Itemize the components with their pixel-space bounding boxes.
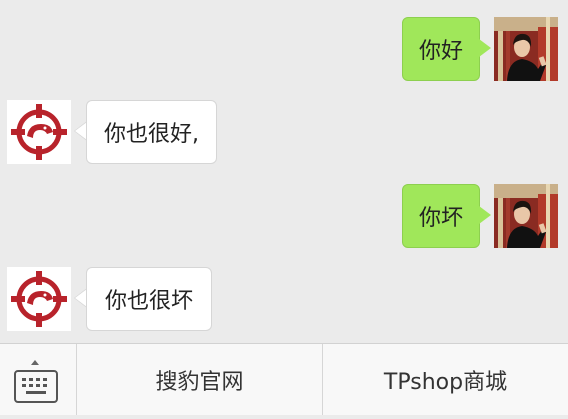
keyboard-toggle-icon <box>14 360 58 403</box>
message-text: 你坏 <box>418 206 463 231</box>
bottom-menu-bar: 搜豹官网 TPshop商城 <box>0 343 568 415</box>
message-row-outgoing: 你坏 <box>0 184 568 248</box>
menu-item-label: TPshop商城 <box>383 369 508 395</box>
message-text: 你也很好, <box>104 122 199 147</box>
bubble-tail <box>479 206 491 224</box>
message-text: 你也很坏 <box>104 289 193 314</box>
message-row-incoming: 你也很坏 <box>0 267 568 331</box>
bubble-tail <box>479 39 491 57</box>
message-row-incoming: 你也很好, <box>0 100 568 164</box>
user-photo-avatar[interactable] <box>494 184 558 248</box>
message-bubble-incoming[interactable]: 你也很坏 <box>86 267 212 331</box>
message-row-outgoing: 你好 <box>0 17 568 81</box>
message-bubble-incoming[interactable]: 你也很好, <box>86 100 217 164</box>
message-text: 你好 <box>418 39 463 64</box>
menu-item-label: 搜豹官网 <box>155 369 244 395</box>
user-photo-avatar[interactable] <box>494 17 558 81</box>
brand-logo-avatar[interactable] <box>7 267 71 331</box>
message-bubble-outgoing[interactable]: 你坏 <box>402 184 480 248</box>
keyboard-toggle-button[interactable] <box>0 344 77 415</box>
chat-area[interactable]: 你好 你也很好, 你坏 你也很坏 <box>0 0 568 343</box>
menu-item-sogou-official[interactable]: 搜豹官网 <box>77 344 323 415</box>
message-bubble-outgoing[interactable]: 你好 <box>402 17 480 81</box>
menu-item-tpshop-mall[interactable]: TPshop商城 <box>323 344 568 415</box>
brand-logo-avatar[interactable] <box>7 100 71 164</box>
